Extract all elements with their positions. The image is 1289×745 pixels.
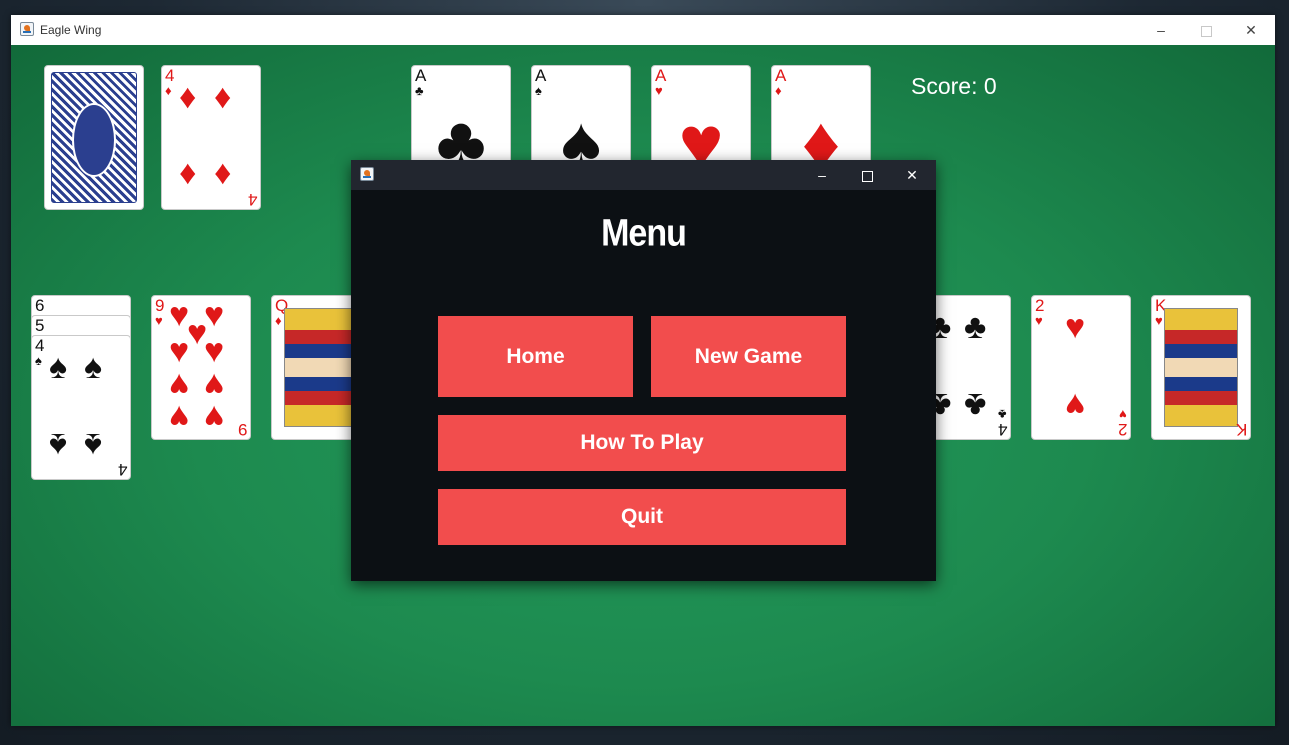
card-rank: 4 (997, 420, 1007, 439)
diamond-icon: ♦ (775, 83, 782, 98)
card-rank: A (415, 66, 427, 85)
card-rank: 9 (237, 420, 247, 439)
how-to-play-button[interactable]: How To Play (438, 415, 846, 471)
spade-icon: ♠ (84, 348, 103, 386)
java-app-icon (360, 167, 374, 181)
close-icon[interactable]: ✕ (902, 165, 922, 185)
heart-icon: ♥ (204, 332, 225, 370)
spade-icon: ♠ (49, 348, 68, 386)
new-game-button[interactable]: New Game (651, 316, 846, 397)
diamond-icon: ♦ (275, 313, 282, 328)
heart-icon: ♥ (1065, 386, 1086, 424)
menu-titlebar: – ✕ (351, 160, 936, 190)
diamond-icon: ♦ (214, 156, 232, 194)
heart-icon: ♥ (1155, 313, 1163, 328)
main-titlebar: Eagle Wing – ✕ (11, 15, 1275, 45)
diamond-icon: ♦ (165, 83, 172, 98)
king-face-image (1164, 308, 1238, 427)
java-app-icon (20, 22, 34, 36)
window-title: Eagle Wing (40, 23, 102, 37)
minimize-icon[interactable]: – (1151, 20, 1171, 40)
waste-card[interactable]: 4 ♦ ♦ ♦ ♦ ♦ 4 (161, 65, 261, 210)
maximize-icon[interactable] (857, 165, 877, 185)
card-rank: 4 (35, 336, 45, 355)
card-rank: 2 (1035, 296, 1045, 315)
tableau-card[interactable]: 9 ♥ ♥ ♥ ♥ ♥ ♥ ♥ ♥ ♥ ♥ 9 (151, 295, 251, 440)
card-rank: 2 (1117, 420, 1127, 439)
card-back (51, 72, 137, 203)
menu-dialog: – ✕ Menu Home New Game How To Play Quit (351, 160, 936, 581)
score-label: Score: 0 (911, 73, 997, 99)
card-rank: 4 (247, 190, 257, 209)
heart-icon: ♥ (1035, 313, 1043, 328)
heart-icon: ♥ (204, 398, 225, 436)
tableau-card[interactable]: 4 ♠ ♠ ♠ ♠ ♠ 4 (31, 335, 131, 480)
diamond-icon: ♦ (214, 78, 232, 116)
diamond-icon: ♦ (179, 156, 197, 194)
heart-icon: ♥ (655, 83, 663, 98)
home-button[interactable]: Home (438, 316, 633, 397)
club-icon: ♣ (964, 308, 987, 346)
close-icon[interactable]: ✕ (1241, 20, 1261, 40)
card-rank: A (655, 66, 667, 85)
heart-icon: ♥ (204, 366, 225, 404)
card-rank: A (775, 66, 787, 85)
card-rank: 9 (155, 296, 165, 315)
heart-icon: ♥ (155, 313, 163, 328)
minimize-icon[interactable]: – (812, 165, 832, 185)
heart-icon: ♥ (1065, 308, 1086, 346)
spade-icon: ♠ (35, 353, 42, 368)
spade-icon: ♠ (535, 83, 542, 98)
card-rank: 5 (35, 316, 45, 335)
spade-icon: ♠ (49, 426, 68, 464)
heart-icon: ♥ (169, 366, 190, 404)
menu-title: Menu (601, 211, 687, 255)
queen-face-image (284, 308, 358, 427)
card-rank: 4 (165, 66, 175, 85)
spade-icon: ♠ (84, 426, 103, 464)
club-icon: ♣ (964, 386, 987, 424)
diamond-icon: ♦ (179, 78, 197, 116)
card-rank: 4 (117, 460, 127, 479)
card-rank: 6 (35, 296, 45, 315)
tableau-card[interactable]: 2 ♥ ♥ ♥ ♥ 2 (1031, 295, 1131, 440)
card-rank: K (1235, 420, 1247, 439)
maximize-icon[interactable] (1196, 20, 1216, 40)
heart-icon: ♥ (169, 332, 190, 370)
stock-pile[interactable] (44, 65, 144, 210)
tableau-card[interactable]: K ♥ K (1151, 295, 1251, 440)
card-rank: A (535, 66, 547, 85)
club-icon: ♣ (415, 83, 424, 98)
quit-button[interactable]: Quit (438, 489, 846, 545)
heart-icon: ♥ (169, 398, 190, 436)
